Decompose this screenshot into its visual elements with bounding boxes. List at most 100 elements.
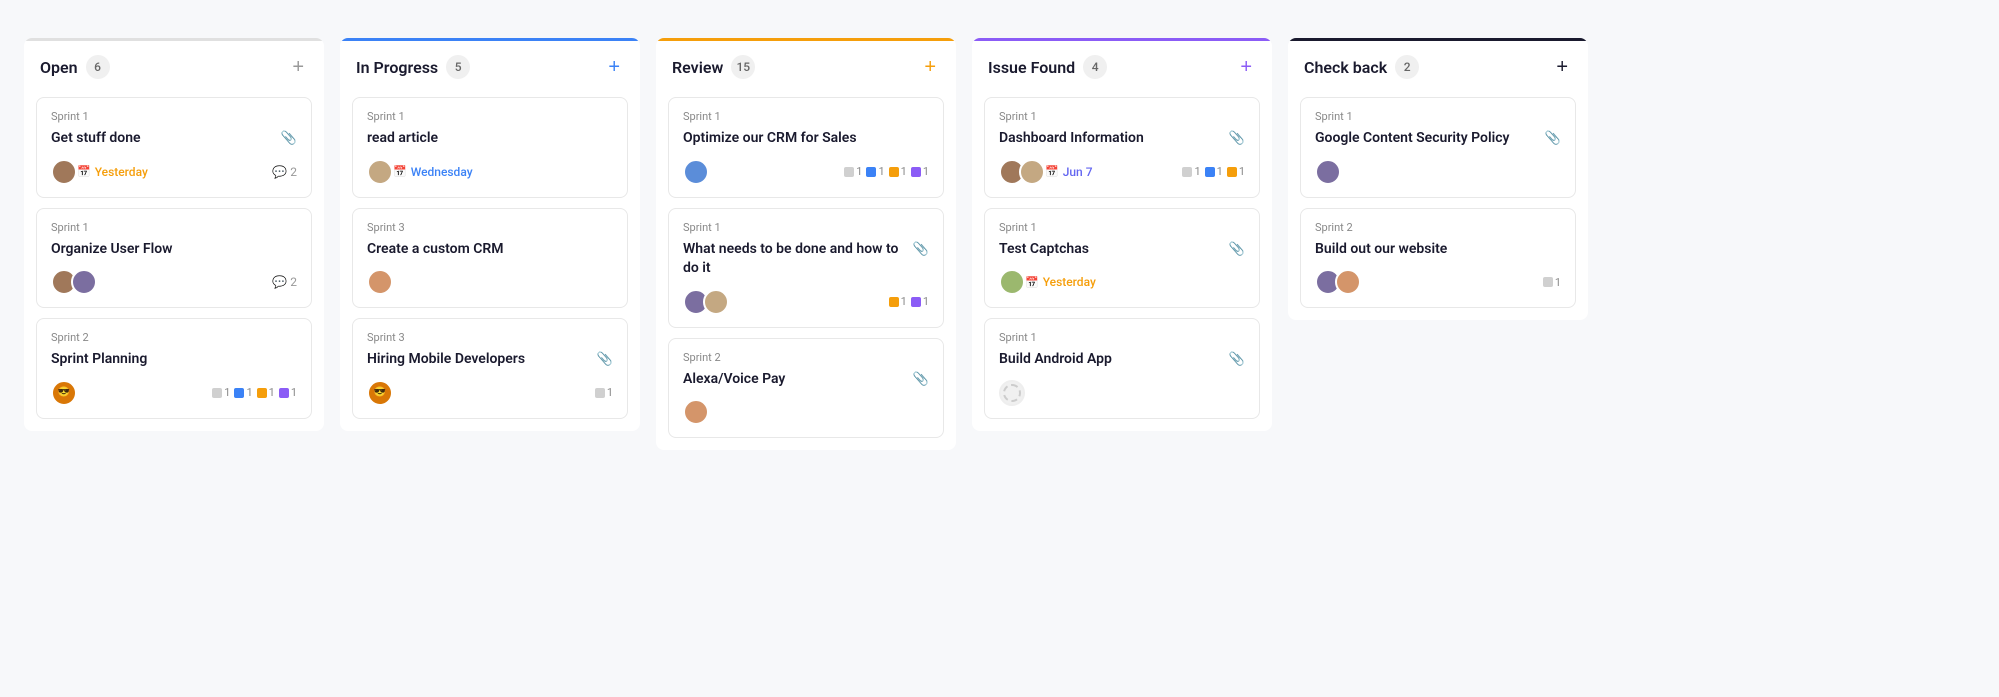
badge-dot	[1227, 167, 1237, 177]
card-footer	[999, 380, 1245, 406]
card-footer: 1 1	[683, 289, 929, 315]
avatar	[683, 399, 709, 425]
badge-count: 1	[901, 165, 907, 178]
card[interactable]: Sprint 1 Test Captchas 📎 📅 Yesterday	[984, 208, 1260, 309]
card-title: Get stuff done 📎	[51, 129, 297, 149]
calendar-icon: 📅	[77, 165, 91, 178]
badge-group: 1 1 1	[1182, 165, 1245, 178]
column-issuefound: Issue Found 4 + Sprint 1 Dashboard Infor…	[972, 38, 1272, 431]
badge-count: 1	[1194, 165, 1200, 178]
calendar-icon: 📅	[1025, 276, 1039, 289]
card-title: Build Android App 📎	[999, 350, 1245, 370]
column-title-issuefound: Issue Found	[988, 58, 1075, 77]
card-sprint: Sprint 3	[367, 331, 613, 344]
card[interactable]: Sprint 1 Google Content Security Policy …	[1300, 97, 1576, 198]
card-footer-left: 📅 Yesterday	[999, 269, 1096, 295]
card[interactable]: Sprint 3 Create a custom CRM	[352, 208, 628, 309]
card[interactable]: Sprint 1 Build Android App 📎	[984, 318, 1260, 419]
card-title-text: Alexa/Voice Pay	[683, 370, 907, 390]
badge-dot	[257, 388, 267, 398]
badge-count: 1	[246, 386, 252, 399]
task-badge: 1	[911, 165, 929, 178]
badge-group: 1 1	[889, 295, 929, 308]
card-footer: 📅 Yesterday 💬 2	[51, 159, 297, 185]
card[interactable]: Sprint 1 What needs to be done and how t…	[668, 208, 944, 328]
task-badge: 1	[1543, 276, 1561, 289]
column-title-open: Open	[40, 58, 78, 77]
card-sprint: Sprint 1	[51, 110, 297, 123]
column-header-checkback: Check back 2 +	[1288, 38, 1588, 89]
avatar	[1335, 269, 1361, 295]
badge-group: 1	[595, 386, 613, 399]
task-badge: 1	[866, 165, 884, 178]
card-title: Organize User Flow	[51, 240, 297, 260]
attachment-icon: 📎	[1229, 351, 1245, 369]
badge-group: 1 1 1 1	[212, 386, 297, 399]
add-card-button-inprogress[interactable]: +	[604, 57, 624, 77]
card-title: read article	[367, 129, 613, 149]
task-badge: 1	[279, 386, 297, 399]
column-inprogress: In Progress 5 + Sprint 1 read article 📅 …	[340, 38, 640, 431]
column-header-left: In Progress 5	[356, 55, 470, 79]
card-footer-left	[1315, 159, 1335, 185]
add-card-button-checkback[interactable]: +	[1552, 57, 1572, 77]
card-footer	[683, 399, 929, 425]
card-title-text: Optimize our CRM for Sales	[683, 129, 929, 149]
task-badge: 1	[212, 386, 230, 399]
card[interactable]: Sprint 1 read article 📅 Wednesday	[352, 97, 628, 198]
column-header-inprogress: In Progress 5 +	[340, 38, 640, 89]
avatar-group	[367, 269, 387, 295]
card-footer-left	[51, 269, 91, 295]
card-title-text: Dashboard Information	[999, 129, 1223, 149]
comment-count: 2	[290, 165, 297, 179]
badge-dot	[1182, 167, 1192, 177]
card[interactable]: Sprint 1 Organize User Flow 💬 2	[36, 208, 312, 309]
task-badge: 1	[257, 386, 275, 399]
card[interactable]: Sprint 1 Get stuff done 📎 📅 Yesterday	[36, 97, 312, 198]
card-title-text: Organize User Flow	[51, 240, 297, 260]
task-badge: 1	[844, 165, 862, 178]
avatar-group	[51, 269, 91, 295]
card-footer	[1315, 159, 1561, 185]
card-footer-left	[367, 269, 387, 295]
avatar	[51, 159, 77, 185]
card-title: What needs to be done and how to do it 📎	[683, 240, 929, 279]
card[interactable]: Sprint 3 Hiring Mobile Developers 📎 😎 1	[352, 318, 628, 419]
card-title: Sprint Planning	[51, 350, 297, 370]
card[interactable]: Sprint 2 Alexa/Voice Pay 📎	[668, 338, 944, 439]
card-sprint: Sprint 3	[367, 221, 613, 234]
column-cards-issuefound: Sprint 1 Dashboard Information 📎 📅 Jun 7	[972, 89, 1272, 431]
card-footer	[367, 269, 613, 295]
badge-dot	[889, 297, 899, 307]
avatar-group	[683, 399, 703, 425]
card-footer-left	[683, 289, 723, 315]
card[interactable]: Sprint 2 Sprint Planning 😎 1	[36, 318, 312, 419]
avatar-group	[1315, 269, 1355, 295]
card-title-text: Test Captchas	[999, 240, 1223, 260]
badge-count: 1	[901, 295, 907, 308]
card-title: Google Content Security Policy 📎	[1315, 129, 1561, 149]
add-card-button-open[interactable]: +	[288, 57, 308, 77]
column-checkback: Check back 2 + Sprint 1 Google Content S…	[1288, 38, 1588, 320]
card[interactable]: Sprint 2 Build out our website 1	[1300, 208, 1576, 309]
card[interactable]: Sprint 1 Optimize our CRM for Sales 1	[668, 97, 944, 198]
badge-count: 1	[1217, 165, 1223, 178]
card-footer: 😎 1	[367, 380, 613, 406]
badge-count: 1	[291, 386, 297, 399]
add-card-button-issuefound[interactable]: +	[1236, 57, 1256, 77]
comment-badge: 💬 2	[272, 165, 297, 179]
attachment-icon: 📎	[597, 351, 613, 369]
date-badge: 📅 Yesterday	[1025, 275, 1096, 289]
avatar	[367, 269, 393, 295]
badge-dot	[866, 167, 876, 177]
card-title-text: Google Content Security Policy	[1315, 129, 1539, 149]
column-header-issuefound: Issue Found 4 +	[972, 38, 1272, 89]
avatar	[683, 159, 709, 185]
app-container: Open 6 + Sprint 1 Get stuff done 📎 📅 Yes…	[0, 0, 1999, 470]
badge-dot	[911, 297, 921, 307]
add-card-button-review[interactable]: +	[920, 57, 940, 77]
attachment-icon: 📎	[1545, 130, 1561, 148]
avatar-group	[683, 159, 703, 185]
card-title-text: Get stuff done	[51, 129, 275, 149]
card[interactable]: Sprint 1 Dashboard Information 📎 📅 Jun 7	[984, 97, 1260, 198]
